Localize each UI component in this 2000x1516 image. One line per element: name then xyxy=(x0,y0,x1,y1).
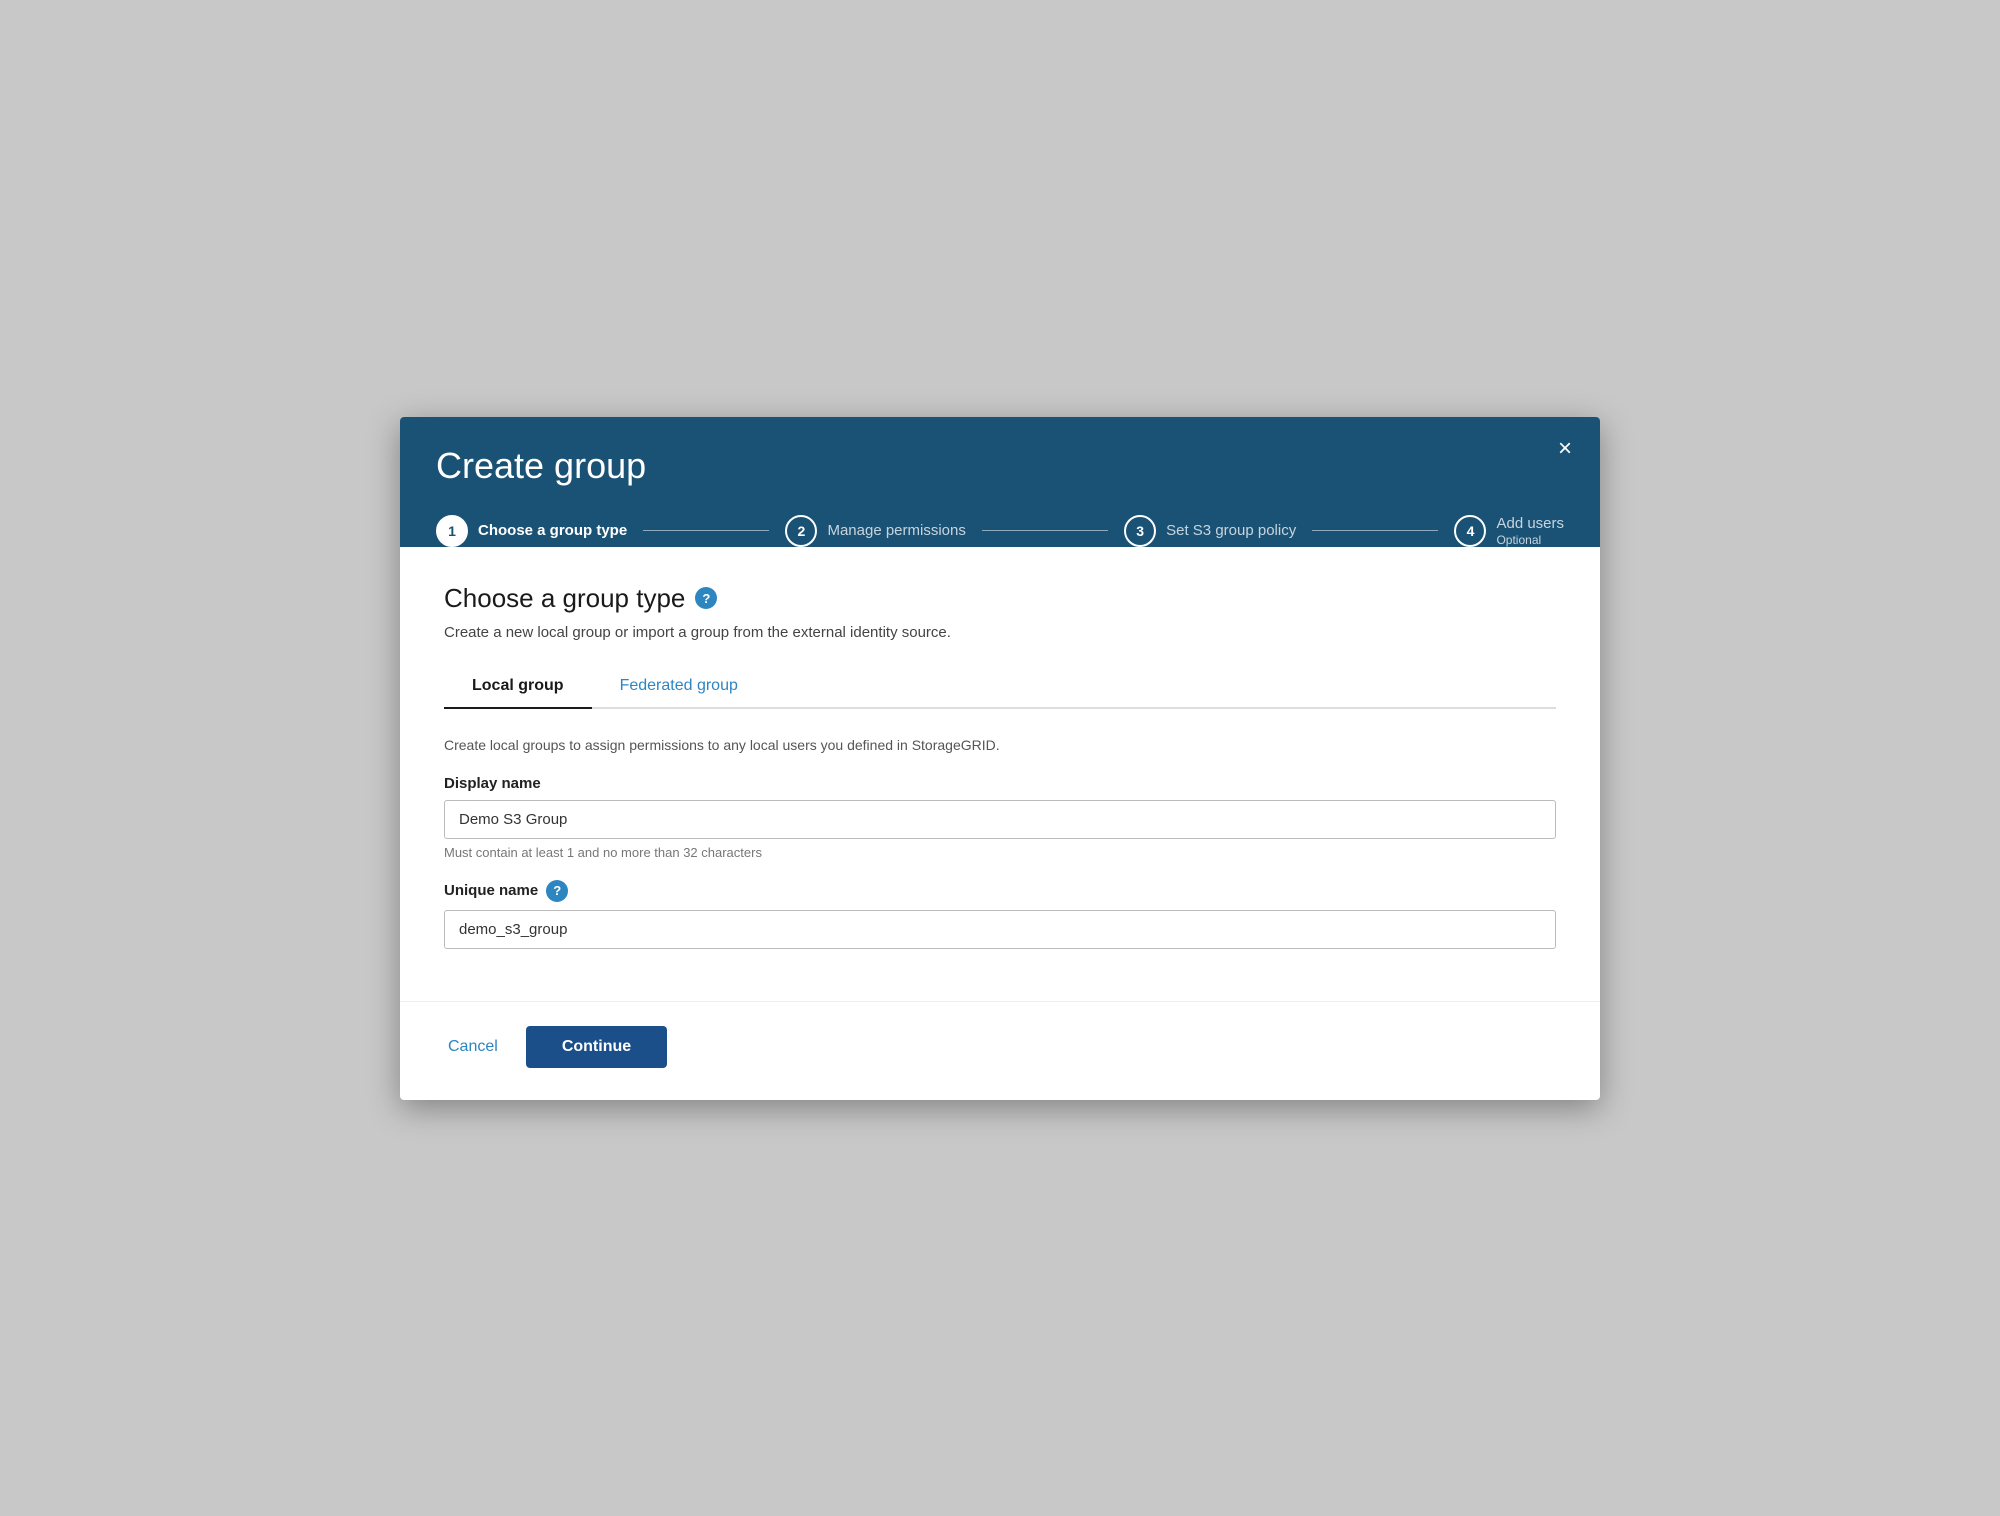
dialog-header: Create group × 1 Choose a group type 2 M… xyxy=(400,417,1600,547)
step-1-label: Choose a group type xyxy=(478,522,627,539)
step-connector-2 xyxy=(982,530,1108,531)
step-4-circle: 4 xyxy=(1454,515,1486,547)
step-2: 2 Manage permissions xyxy=(785,515,965,547)
dialog-body: Choose a group type ? Create a new local… xyxy=(400,547,1600,1001)
step-1-circle: 1 xyxy=(436,515,468,547)
step-3-label: Set S3 group policy xyxy=(1166,522,1296,539)
step-3: 3 Set S3 group policy xyxy=(1124,515,1296,547)
tab-federated-group[interactable]: Federated group xyxy=(592,665,766,707)
step-connector-3 xyxy=(1312,530,1438,531)
section-title-text: Choose a group type xyxy=(444,583,685,614)
create-group-dialog: Create group × 1 Choose a group type 2 M… xyxy=(400,417,1600,1100)
step-4-label-group: Add users Optional xyxy=(1496,515,1564,547)
step-connector-1 xyxy=(643,530,769,531)
display-name-group: Display name Must contain at least 1 and… xyxy=(444,775,1556,860)
step-4-label: Add users xyxy=(1496,515,1564,532)
step-4: 4 Add users Optional xyxy=(1454,515,1564,547)
cancel-button[interactable]: Cancel xyxy=(444,1030,502,1064)
section-description: Create a new local group or import a gro… xyxy=(444,624,1556,641)
step-2-circle: 2 xyxy=(785,515,817,547)
unique-name-label: Unique name ? xyxy=(444,880,1556,902)
dialog-title: Create group xyxy=(436,445,1564,487)
dialog-footer: Cancel Continue xyxy=(400,1001,1600,1100)
tab-local-group[interactable]: Local group xyxy=(444,665,592,709)
stepper: 1 Choose a group type 2 Manage permissio… xyxy=(436,515,1564,547)
continue-button[interactable]: Continue xyxy=(526,1026,667,1068)
unique-name-help-icon[interactable]: ? xyxy=(546,880,568,902)
group-type-tabs: Local group Federated group xyxy=(444,665,1556,709)
display-name-input[interactable] xyxy=(444,800,1556,839)
section-help-icon[interactable]: ? xyxy=(695,587,717,609)
unique-name-input[interactable] xyxy=(444,910,1556,949)
step-4-sublabel: Optional xyxy=(1496,533,1564,547)
step-3-circle: 3 xyxy=(1124,515,1156,547)
close-button[interactable]: × xyxy=(1558,437,1572,461)
unique-name-group: Unique name ? xyxy=(444,880,1556,949)
section-title-container: Choose a group type ? xyxy=(444,583,1556,614)
form-description: Create local groups to assign permission… xyxy=(444,737,1556,753)
display-name-hint: Must contain at least 1 and no more than… xyxy=(444,845,1556,860)
display-name-label: Display name xyxy=(444,775,1556,792)
step-1: 1 Choose a group type xyxy=(436,515,627,547)
step-2-label: Manage permissions xyxy=(827,522,965,539)
